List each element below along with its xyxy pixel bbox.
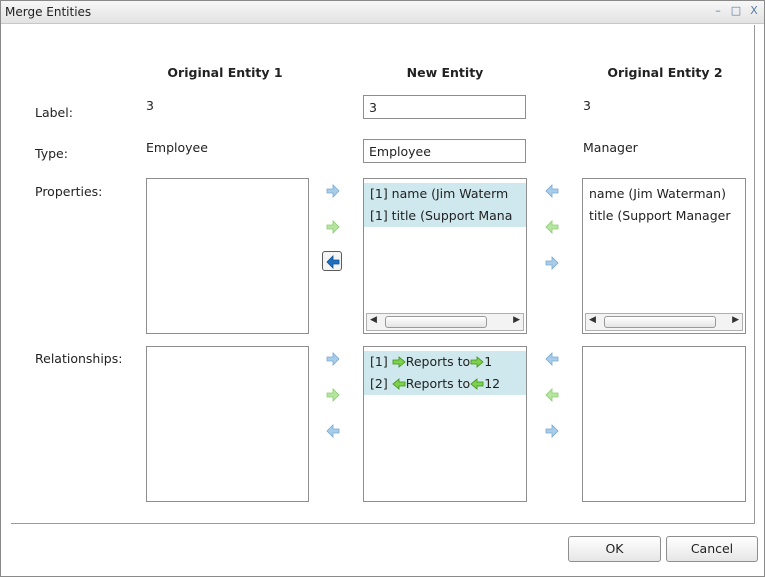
merge-entities-window: Merge Entities – □ X Original Entity 1 N…: [0, 0, 765, 577]
arrow-left-green-icon: [545, 220, 559, 234]
scroll-thumb[interactable]: [385, 316, 487, 328]
properties-row-label: Properties:: [35, 184, 103, 199]
entity1-properties-list[interactable]: [146, 178, 309, 334]
type-row-label: Type:: [35, 146, 68, 161]
scroll-left-icon[interactable]: ◀: [370, 315, 377, 325]
list-item[interactable]: [2] Reports to 12: [364, 373, 526, 395]
list-item[interactable]: [1] name (Jim Waterm: [364, 183, 526, 205]
copy-relationship-left-button[interactable]: [542, 385, 562, 405]
relationship-type: Reports to: [405, 376, 471, 391]
new-entity-type-input[interactable]: [363, 139, 526, 163]
relationship-target: 1: [484, 354, 493, 369]
scroll-right-icon[interactable]: ▶: [732, 315, 739, 325]
copy-property-left-button[interactable]: [542, 217, 562, 237]
new-entity-header: New Entity: [406, 65, 484, 80]
scroll-left-icon[interactable]: ◀: [589, 315, 596, 325]
minimize-icon[interactable]: –: [711, 4, 725, 18]
entity2-label-value: 3: [583, 98, 591, 113]
entity2-relationships-list[interactable]: [582, 346, 746, 502]
ok-button[interactable]: OK: [568, 536, 661, 562]
copy-relationship-right-button[interactable]: [323, 385, 343, 405]
entity2-properties-list[interactable]: name (Jim Waterman) title (Support Manag…: [582, 178, 746, 334]
arrow-right-blue-icon: [326, 352, 340, 366]
maximize-icon[interactable]: □: [729, 4, 743, 18]
new-entity-label-input[interactable]: [363, 95, 526, 119]
arrow-right-green-icon: [392, 356, 406, 368]
move-relationship-left-button[interactable]: [542, 349, 562, 369]
arrow-left-green-icon: [470, 378, 484, 390]
arrow-right-blue-icon: [545, 424, 559, 438]
arrow-left-blue-icon: [545, 352, 559, 366]
dialog-footer: OK Cancel: [1, 526, 764, 576]
arrow-right-blue-icon: [545, 256, 559, 270]
remove-property-right-button[interactable]: [542, 253, 562, 273]
cancel-button[interactable]: Cancel: [666, 536, 758, 562]
arrow-left-green-icon: [545, 388, 559, 402]
title-bar[interactable]: Merge Entities – □ X: [1, 1, 764, 24]
arrow-left-blue-icon: [326, 424, 340, 438]
move-property-left-button[interactable]: [542, 181, 562, 201]
entity2-type-value: Manager: [583, 140, 638, 155]
relationships-row-label: Relationships:: [35, 351, 123, 366]
arrow-right-green-icon: [470, 356, 484, 368]
label-row-label: Label:: [35, 105, 73, 120]
entity1-header: Original Entity 1: [167, 65, 283, 80]
relationship-target: 12: [484, 376, 501, 391]
window-title: Merge Entities: [5, 5, 92, 19]
relationship-type: Reports to: [405, 354, 471, 369]
arrow-left-blue-icon: [326, 255, 340, 269]
entity1-type-value: Employee: [146, 140, 208, 155]
move-property-right-button[interactable]: [323, 181, 343, 201]
relationship-prefix: [2]: [370, 376, 388, 391]
list-item[interactable]: [1] title (Support Mana: [364, 205, 526, 227]
list-item[interactable]: [1] Reports to 1: [364, 351, 526, 373]
new-entity-properties-list[interactable]: [1] name (Jim Waterm [1] title (Support …: [363, 178, 527, 334]
scroll-right-icon[interactable]: ▶: [513, 315, 520, 325]
new-entity-relationships-list[interactable]: [1] Reports to 1 [2] Reports to 12: [363, 346, 527, 502]
arrow-left-green-icon: [392, 378, 406, 390]
remove-relationship-left-button[interactable]: [323, 421, 343, 441]
move-relationship-right-button[interactable]: [323, 349, 343, 369]
scroll-thumb[interactable]: [604, 316, 716, 328]
arrow-right-green-icon: [326, 388, 340, 402]
list-item[interactable]: title (Support Manager: [583, 205, 745, 227]
list-item[interactable]: name (Jim Waterman): [583, 183, 745, 205]
entity2-header: Original Entity 2: [607, 65, 723, 80]
entity1-label-value: 3: [146, 98, 154, 113]
arrow-right-blue-icon: [326, 184, 340, 198]
horizontal-scrollbar[interactable]: ◀ ▶: [585, 313, 743, 331]
arrow-right-green-icon: [326, 220, 340, 234]
horizontal-scrollbar[interactable]: ◀ ▶: [366, 313, 524, 331]
remove-property-left-button[interactable]: [322, 251, 342, 271]
entity1-relationships-list[interactable]: [146, 346, 309, 502]
arrow-left-blue-icon: [545, 184, 559, 198]
relationship-prefix: [1]: [370, 354, 388, 369]
copy-property-right-button[interactable]: [323, 217, 343, 237]
remove-relationship-right-button[interactable]: [542, 421, 562, 441]
close-icon[interactable]: X: [747, 4, 761, 18]
